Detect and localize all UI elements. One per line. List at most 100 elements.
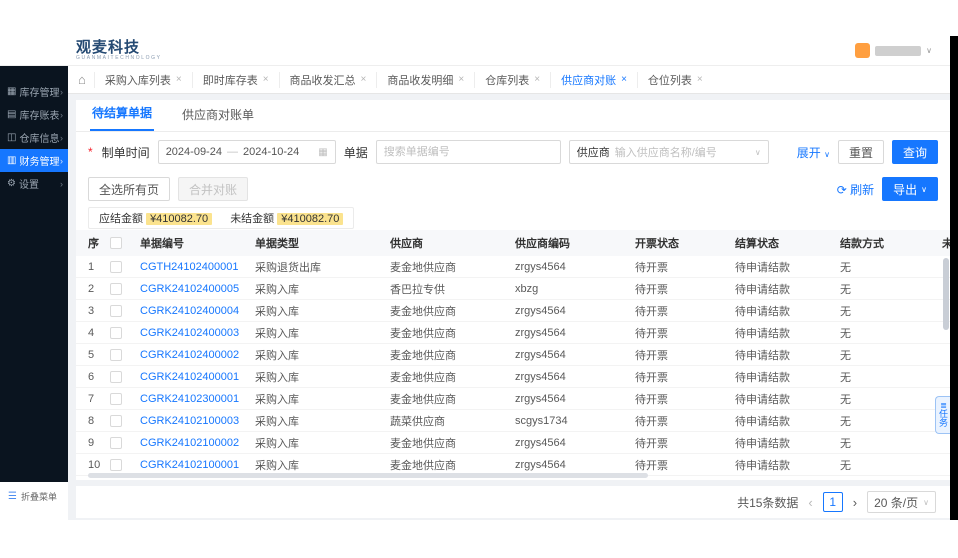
cell-settle-status: 待申请结款 <box>735 325 840 341</box>
col-supplier-code: 供应商编码 <box>515 235 635 251</box>
table-row[interactable]: 8 CGRK24102100003 采购入库 蔬菜供应商 scgys1734 待… <box>76 410 950 432</box>
cell-select <box>110 392 140 404</box>
collapse-label: 折叠菜单 <box>21 490 57 503</box>
cell-select <box>110 458 140 470</box>
avatar[interactable] <box>855 43 870 58</box>
table-row[interactable]: 4 CGRK24102400003 采购入库 麦金地供应商 zrgys4564 … <box>76 322 950 344</box>
current-page[interactable]: 1 <box>823 492 843 512</box>
cell-supplier: 麦金地供应商 <box>390 435 515 451</box>
row-checkbox[interactable] <box>110 459 122 471</box>
doc-number-link[interactable]: CGRK24102400003 <box>140 327 255 339</box>
page-size-select[interactable]: 20 条/页 ∨ <box>867 491 936 513</box>
content-card: 待结算单据 供应商对账单 * 制单时间 2024-09-24 — 2024-10… <box>76 100 950 480</box>
collapse-menu-button[interactable]: ☰ 折叠菜单 <box>0 482 68 520</box>
row-checkbox[interactable] <box>110 283 122 295</box>
doc-number-link[interactable]: CGRK24102100001 <box>140 459 255 471</box>
close-icon[interactable]: × <box>458 74 464 85</box>
sidebar-item[interactable]: ⚙ 设置 <box>0 172 68 195</box>
cell-payment-method: 无 <box>840 391 942 407</box>
sidebar-item[interactable]: ▦ 库存管理 <box>0 80 68 103</box>
chevron-down-icon[interactable]: ∨ <box>926 46 932 55</box>
row-checkbox[interactable] <box>110 393 122 405</box>
search-button[interactable]: 查询 <box>892 140 938 164</box>
select-all-checkbox[interactable] <box>110 237 122 249</box>
doc-number-link[interactable]: CGRK24102400005 <box>140 283 255 295</box>
close-icon[interactable]: × <box>176 74 182 85</box>
scrollbar-thumb[interactable] <box>943 258 949 330</box>
next-page-icon[interactable]: › <box>853 495 857 510</box>
opened-tab[interactable]: 仓库列表 × <box>474 72 550 88</box>
sidebar-item[interactable]: ▤ 库存账表 <box>0 103 68 126</box>
doc-number-link[interactable]: CGRK24102100003 <box>140 415 255 427</box>
date-to[interactable]: 2024-10-24 <box>243 146 299 158</box>
doc-number-link[interactable]: CGRK24102300001 <box>140 393 255 405</box>
doc-number-link[interactable]: CGRK24102100002 <box>140 437 255 449</box>
opened-tab[interactable]: 商品收发汇总 × <box>279 72 377 88</box>
row-checkbox[interactable] <box>110 371 122 383</box>
expand-filters-link[interactable]: 展开 ∨ <box>797 144 830 161</box>
reset-button[interactable]: 重置 <box>838 140 884 164</box>
cell-index: 4 <box>88 327 110 339</box>
sidebar-item[interactable]: ▥ 财务管理 <box>0 149 68 172</box>
table-row[interactable]: 1 CGTH24102400001 采购退货出库 麦金地供应商 zrgys456… <box>76 256 950 278</box>
table-row[interactable]: 6 CGRK24102400001 采购入库 麦金地供应商 zrgys4564 … <box>76 366 950 388</box>
table-row[interactable]: 5 CGRK24102400002 采购入库 麦金地供应商 zrgys4564 … <box>76 344 950 366</box>
cell-doc-type: 采购入库 <box>255 435 390 451</box>
user-menu[interactable]: ∨ <box>855 43 932 58</box>
opened-tab[interactable]: 仓位列表 × <box>637 72 713 88</box>
doc-search-input[interactable] <box>384 146 553 158</box>
sidebar-item-icon: ⚙ <box>7 178 16 189</box>
task-panel-tab[interactable]: ≣ 任务 <box>935 396 951 434</box>
doc-number-link[interactable]: CGTH24102400001 <box>140 261 255 273</box>
sidebar-item-icon: ▥ <box>7 155 16 166</box>
table-row[interactable]: 9 CGRK24102100002 采购入库 麦金地供应商 zrgys4564 … <box>76 432 950 454</box>
chevron-down-icon[interactable]: ∨ <box>755 148 761 157</box>
date-range-picker[interactable]: 2024-09-24 — 2024-10-24 ▦ <box>158 140 336 164</box>
content-tab[interactable]: 待结算单据 <box>90 104 154 131</box>
doc-search-box[interactable] <box>376 140 561 164</box>
select-all-pages-button[interactable]: 全选所有页 <box>88 177 170 201</box>
opened-tab[interactable]: 商品收发明细 × <box>376 72 474 88</box>
calendar-icon[interactable]: ▦ <box>318 147 327 158</box>
close-icon[interactable]: × <box>697 74 703 85</box>
doc-number-link[interactable]: CGRK24102400001 <box>140 371 255 383</box>
close-icon[interactable]: × <box>621 74 627 85</box>
supplier-select[interactable]: 供应商 输入供应商名称/编号 ∨ <box>569 140 769 164</box>
sidebar-item[interactable]: ◫ 仓库信息 <box>0 126 68 149</box>
content-tab[interactable]: 供应商对账单 <box>180 106 256 131</box>
row-checkbox[interactable] <box>110 327 122 339</box>
date-from[interactable]: 2024-09-24 <box>166 146 222 158</box>
opened-tab[interactable]: 采购入库列表 × <box>94 72 192 88</box>
home-icon[interactable]: ⌂ <box>78 72 86 87</box>
row-checkbox[interactable] <box>110 415 122 427</box>
doc-number-link[interactable]: CGRK24102400004 <box>140 305 255 317</box>
close-icon[interactable]: × <box>361 74 367 85</box>
row-checkbox[interactable] <box>110 349 122 361</box>
cell-invoice-status: 待开票 <box>635 259 735 275</box>
refresh-link[interactable]: ⟳ 刷新 <box>837 181 874 198</box>
chevron-down-icon: ∨ <box>923 498 929 507</box>
cell-settle-status: 待申请结款 <box>735 347 840 363</box>
export-button[interactable]: 导出 ∨ <box>882 177 938 201</box>
vertical-scrollbar[interactable] <box>943 258 949 468</box>
close-icon[interactable]: × <box>263 74 269 85</box>
task-label: 任务 <box>939 410 949 429</box>
horizontal-scrollbar[interactable] <box>88 473 648 478</box>
sidebar-item-icon: ◫ <box>7 132 16 143</box>
action-bar: 全选所有页 合并对账 ⟳ 刷新 导出 ∨ <box>76 172 950 206</box>
table-row[interactable]: 7 CGRK24102300001 采购入库 麦金地供应商 zrgys4564 … <box>76 388 950 410</box>
row-checkbox[interactable] <box>110 261 122 273</box>
doc-number-link[interactable]: CGRK24102400002 <box>140 349 255 361</box>
table-row[interactable]: 2 CGRK24102400005 采购入库 香巴拉专供 xbzg 待开票 待申… <box>76 278 950 300</box>
sidebar-item-icon: ▦ <box>7 86 16 97</box>
close-icon[interactable]: × <box>534 74 540 85</box>
prev-page-icon[interactable]: ‹ <box>808 495 812 510</box>
table-row[interactable]: 3 CGRK24102400004 采购入库 麦金地供应商 zrgys4564 … <box>76 300 950 322</box>
cell-doc-type: 采购入库 <box>255 413 390 429</box>
cell-supplier: 麦金地供应商 <box>390 391 515 407</box>
row-checkbox[interactable] <box>110 305 122 317</box>
opened-tab[interactable]: 供应商对账 × <box>550 72 637 88</box>
cell-settle-status: 待申请结款 <box>735 303 840 319</box>
row-checkbox[interactable] <box>110 437 122 449</box>
opened-tab[interactable]: 即时库存表 × <box>192 72 279 88</box>
